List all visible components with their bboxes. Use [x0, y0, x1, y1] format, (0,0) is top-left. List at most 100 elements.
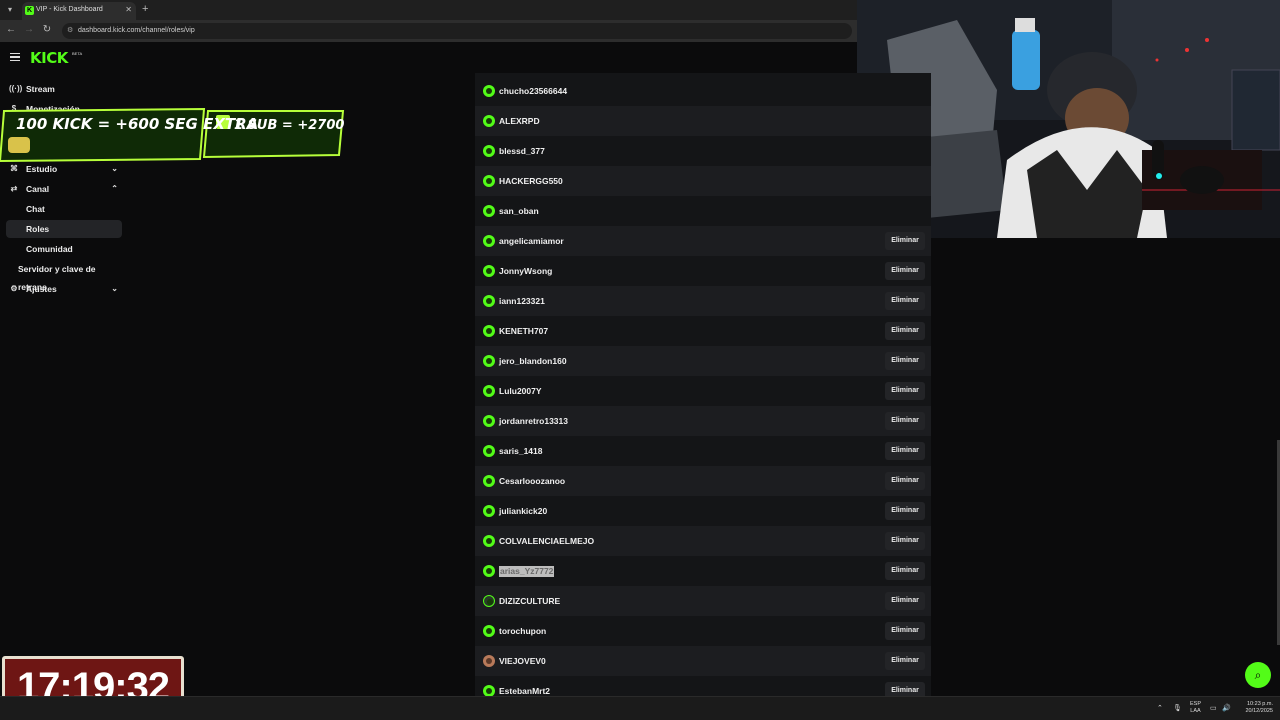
username[interactable]: saris_1418: [499, 436, 543, 466]
remove-vip-button[interactable]: Eliminar: [885, 682, 925, 696]
system-clock[interactable]: 10:23 p.m. 20/12/2025: [1237, 701, 1273, 715]
username[interactable]: ALEXRPD: [499, 106, 540, 136]
table-row: torochupon Eliminar: [475, 616, 931, 646]
avatar[interactable]: [483, 115, 495, 127]
avatar[interactable]: [483, 565, 495, 577]
table-row: blessd_377: [475, 136, 931, 166]
channel-icon: ⇄: [10, 184, 18, 193]
remove-vip-button[interactable]: Eliminar: [885, 322, 925, 340]
username[interactable]: jero_blandon160: [499, 346, 567, 376]
avatar[interactable]: [483, 505, 495, 517]
table-row: arias_Yz7772 Eliminar: [475, 556, 931, 586]
username[interactable]: san_oban: [499, 196, 539, 226]
sidebar-item-settings[interactable]: ⚙ Ajustes ⌄: [6, 280, 122, 298]
username[interactable]: angelicamiamor: [499, 226, 564, 256]
tab-search-icon[interactable]: ▾: [4, 3, 16, 17]
clock-date: 20/12/2025: [1245, 708, 1273, 714]
username[interactable]: DIZIZCULTURE: [499, 586, 560, 616]
remove-vip-button[interactable]: Eliminar: [885, 472, 925, 490]
avatar[interactable]: [483, 385, 495, 397]
sidebar-item-channel[interactable]: ⇄ Canal ⌃: [6, 180, 122, 198]
remove-vip-button[interactable]: Eliminar: [885, 502, 925, 520]
username[interactable]: juliankick20: [499, 496, 547, 526]
remove-vip-button[interactable]: Eliminar: [885, 262, 925, 280]
sidebar-item-community[interactable]: Comunidad: [6, 240, 122, 258]
input-language[interactable]: ESP LAA: [1190, 701, 1201, 715]
avatar[interactable]: [483, 265, 495, 277]
forward-icon[interactable]: →: [23, 24, 35, 35]
username[interactable]: arias_Yz7772: [499, 566, 555, 577]
back-icon[interactable]: ←: [5, 24, 17, 35]
remove-vip-button[interactable]: Eliminar: [885, 562, 925, 580]
avatar[interactable]: [483, 175, 495, 187]
avatar[interactable]: [483, 685, 495, 696]
remove-vip-button[interactable]: Eliminar: [885, 622, 925, 640]
remove-vip-button[interactable]: Eliminar: [885, 652, 925, 670]
username[interactable]: HACKERGG550: [499, 166, 563, 196]
username[interactable]: COLVALENCIAELMEJO: [499, 526, 594, 556]
promo-line2: 1 SUB = +2700 SEG: [234, 118, 345, 133]
sidebar-item-stream[interactable]: ((·)) Stream: [6, 80, 122, 98]
username[interactable]: chucho23566644: [499, 76, 567, 106]
remove-vip-button[interactable]: Eliminar: [885, 442, 925, 460]
menu-icon[interactable]: [10, 53, 20, 61]
remove-vip-button[interactable]: Eliminar: [885, 412, 925, 430]
avatar[interactable]: [483, 625, 495, 637]
avatar[interactable]: [483, 325, 495, 337]
avatar[interactable]: [483, 655, 495, 667]
avatar[interactable]: [483, 445, 495, 457]
table-row: Lulu2007Y Eliminar: [475, 376, 931, 406]
tray-expand-icon[interactable]: ⌃: [1157, 697, 1163, 720]
remove-vip-button[interactable]: Eliminar: [885, 592, 925, 610]
avatar[interactable]: [483, 475, 495, 487]
username[interactable]: iann123321: [499, 286, 545, 316]
table-row: VIEJOVEV0 Eliminar: [475, 646, 931, 676]
sidebar-item-studio[interactable]: ⌘ Estudio ⌄: [6, 160, 122, 178]
avatar[interactable]: [483, 145, 495, 157]
avatar[interactable]: [483, 355, 495, 367]
remove-vip-button[interactable]: Eliminar: [885, 382, 925, 400]
beta-badge: BETA: [72, 51, 83, 56]
username[interactable]: Cesarlooozanoo: [499, 466, 565, 496]
avatar[interactable]: [483, 295, 495, 307]
kick-favicon-icon: K: [25, 6, 34, 15]
username[interactable]: torochupon: [499, 616, 546, 646]
chat-icon: ⌕: [1254, 668, 1262, 682]
username[interactable]: jordanretro13313: [499, 406, 568, 436]
reload-icon[interactable]: ↻: [41, 24, 53, 35]
avatar[interactable]: [483, 205, 495, 217]
avatar[interactable]: [483, 235, 495, 247]
username[interactable]: KENETH707: [499, 316, 548, 346]
chevron-up-icon: ⌃: [111, 184, 118, 193]
username[interactable]: JonnyWsong: [499, 256, 552, 286]
avatar[interactable]: [483, 595, 495, 607]
remove-vip-button[interactable]: Eliminar: [885, 532, 925, 550]
username[interactable]: VIEJOVEV0: [499, 646, 546, 676]
close-tab-icon[interactable]: ✕: [125, 5, 132, 14]
url-field[interactable]: ⚙ dashboard.kick.com/channel/roles/vip: [62, 23, 852, 39]
username[interactable]: EstebanMrt2: [499, 676, 550, 696]
clock-time: 10:23 p.m.: [1247, 701, 1273, 707]
remove-vip-button[interactable]: Eliminar: [885, 292, 925, 310]
sidebar-item-roles[interactable]: Roles: [6, 220, 122, 238]
username[interactable]: Lulu2007Y: [499, 376, 542, 406]
avatar[interactable]: [483, 85, 495, 97]
remove-vip-button[interactable]: Eliminar: [885, 352, 925, 370]
kick-logo[interactable]: KICK: [30, 49, 68, 67]
avatar[interactable]: [483, 535, 495, 547]
microphone-icon[interactable]: 🎙: [1173, 697, 1182, 720]
browser-tab[interactable]: K VIP - Kick Dashboard ✕: [22, 2, 136, 20]
table-row: HACKERGG550: [475, 166, 931, 196]
help-chat-button[interactable]: ⌕: [1245, 662, 1271, 688]
site-info-icon[interactable]: ⚙: [67, 23, 73, 39]
avatar[interactable]: [483, 415, 495, 427]
network-icon[interactable]: ▭: [1210, 697, 1217, 720]
table-row: saris_1418 Eliminar: [475, 436, 931, 466]
sidebar-item-server-key[interactable]: Servidor y clave de retrans: [6, 260, 122, 292]
username[interactable]: blessd_377: [499, 136, 545, 166]
studio-icon: ⌘: [10, 164, 18, 173]
sidebar-item-chat[interactable]: Chat: [6, 200, 122, 218]
remove-vip-button[interactable]: Eliminar: [885, 232, 925, 250]
new-tab-icon[interactable]: +: [142, 3, 148, 15]
volume-icon[interactable]: 🔊: [1222, 697, 1231, 720]
